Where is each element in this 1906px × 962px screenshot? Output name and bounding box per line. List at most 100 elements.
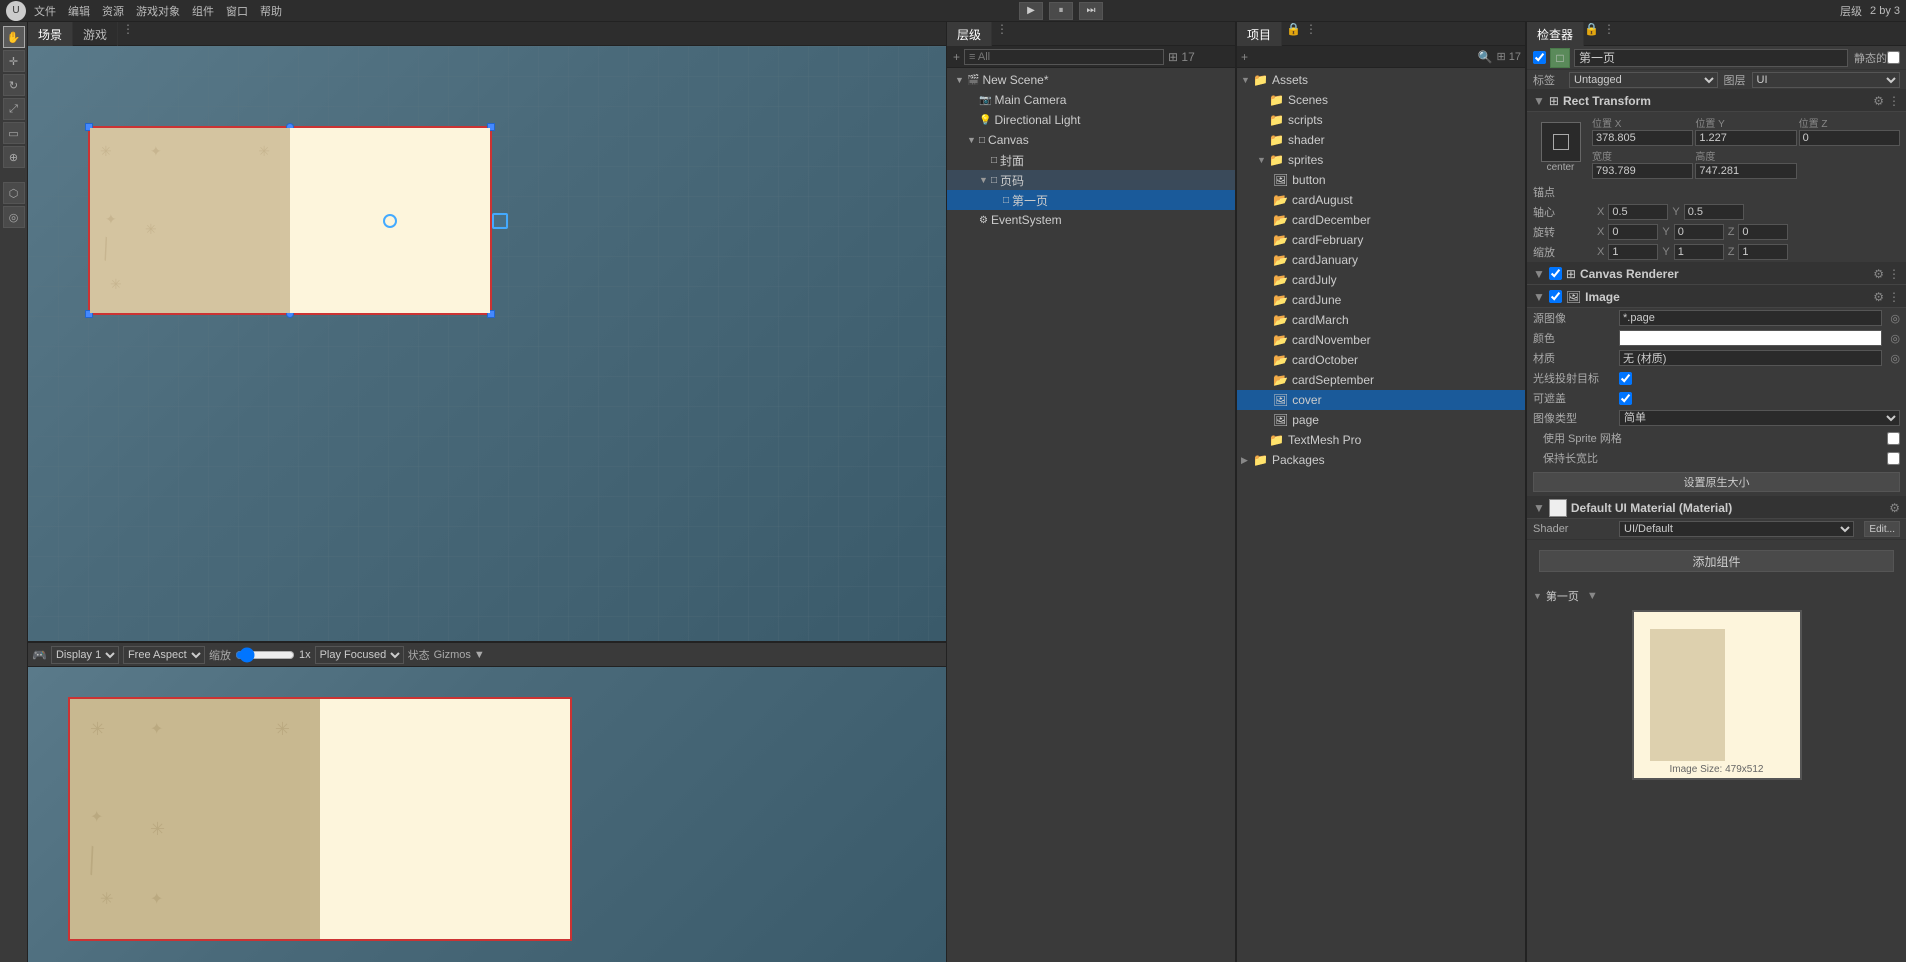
pos-y-field[interactable] <box>1695 130 1796 146</box>
scale-z-field[interactable] <box>1738 244 1788 260</box>
layers-dropdown[interactable]: 层级 <box>1840 3 1862 19</box>
anchor-display[interactable] <box>1541 122 1581 162</box>
scale-x-field[interactable] <box>1608 244 1658 260</box>
project-item-page[interactable]: 🖼 page <box>1237 410 1525 430</box>
add-component-button[interactable]: 添加组件 <box>1539 550 1894 572</box>
object-icon[interactable]: □ <box>1550 48 1570 68</box>
hierarchy-item-canvas[interactable]: ▼ □ Canvas <box>947 130 1235 150</box>
height-field[interactable] <box>1695 163 1796 179</box>
project-item-cardoctober[interactable]: 📂 cardOctober <box>1237 350 1525 370</box>
cr-more[interactable]: ⋮ <box>1888 267 1900 281</box>
project-item-button[interactable]: 🖼 button <box>1237 170 1525 190</box>
tool-rect[interactable]: ▭ <box>3 122 25 144</box>
play-button[interactable]: ▶ <box>1019 2 1043 20</box>
play-focused-select[interactable]: Play Focused <box>315 646 404 664</box>
project-search-btn[interactable]: 🔍 <box>1478 50 1493 64</box>
layer-select[interactable]: UI <box>1752 72 1901 88</box>
img-more[interactable]: ⋮ <box>1888 290 1900 304</box>
raycast-checkbox[interactable] <box>1619 372 1632 385</box>
pivot-y-field[interactable] <box>1684 204 1744 220</box>
hierarchy-item-pagenum[interactable]: ▼ □ 页码 <box>947 170 1235 190</box>
img-gear[interactable]: ⚙ <box>1873 290 1884 304</box>
pos-z-field[interactable] <box>1799 130 1900 146</box>
object-name-field[interactable] <box>1574 49 1848 67</box>
project-item-textmeshpro[interactable]: 📁 TextMesh Pro <box>1237 430 1525 450</box>
image-type-select[interactable]: 简单 <box>1619 410 1900 426</box>
tool-global[interactable]: ◎ <box>3 206 25 228</box>
material-field[interactable] <box>1619 350 1882 366</box>
project-item-cover[interactable]: 🖼 cover <box>1237 390 1525 410</box>
project-item-cardjune[interactable]: 📂 cardJune <box>1237 290 1525 310</box>
tool-move[interactable]: ✛ <box>3 50 25 72</box>
project-item-cardfebruary[interactable]: 📂 cardFebruary <box>1237 230 1525 250</box>
native-size-btn[interactable]: 设置原生大小 <box>1533 472 1900 492</box>
menu-help[interactable]: 帮助 <box>260 3 282 19</box>
preview-dropdown[interactable]: ▼ <box>1587 590 1598 602</box>
hierarchy-tab[interactable]: 层级 <box>947 22 992 46</box>
project-item-shader[interactable]: 📁 shader <box>1237 130 1525 150</box>
project-item-assets[interactable]: ▼ 📁 Assets <box>1237 70 1525 90</box>
project-item-cardnovember[interactable]: 📂 cardNovember <box>1237 330 1525 350</box>
hierarchy-item-camera[interactable]: 📷 Main Camera <box>947 90 1235 110</box>
menu-gameobject[interactable]: 游戏对象 <box>136 3 180 19</box>
rect-transform-header[interactable]: ▼ ⊞ Rect Transform ⚙ ⋮ <box>1527 90 1906 112</box>
cr-gear[interactable]: ⚙ <box>1873 267 1884 281</box>
rot-y-field[interactable] <box>1674 224 1724 240</box>
cr-enabled[interactable] <box>1549 267 1562 280</box>
maskable-checkbox[interactable] <box>1619 392 1632 405</box>
zoom-slider[interactable] <box>235 648 295 662</box>
rect-more[interactable]: ⋮ <box>1888 94 1900 108</box>
layout-dropdown[interactable]: 2 by 3 <box>1870 5 1900 17</box>
project-add-btn[interactable]: + <box>1241 50 1248 64</box>
hierarchy-item-page1[interactable]: □ 第一页 <box>947 190 1235 210</box>
image-header[interactable]: ▼ 🖼 Image ⚙ ⋮ <box>1527 286 1906 308</box>
tool-transform[interactable]: ⊕ <box>3 146 25 168</box>
project-item-scripts[interactable]: 📁 scripts <box>1237 110 1525 130</box>
rect-gear[interactable]: ⚙ <box>1873 94 1884 108</box>
project-item-sprites[interactable]: ▼ 📁 sprites <box>1237 150 1525 170</box>
inspector-tab[interactable]: 检查器 <box>1527 22 1584 46</box>
object-handle[interactable] <box>492 213 508 229</box>
menu-edit[interactable]: 编辑 <box>68 3 90 19</box>
pivot-marker[interactable] <box>383 214 397 228</box>
menu-file[interactable]: 文件 <box>34 3 56 19</box>
scale-y-field[interactable] <box>1674 244 1724 260</box>
material-picker[interactable]: ◎ <box>1890 352 1900 365</box>
menu-component[interactable]: 组件 <box>192 3 214 19</box>
project-tab[interactable]: 项目 <box>1237 22 1282 46</box>
preserve-checkbox[interactable] <box>1887 452 1900 465</box>
scene-options[interactable]: ⋮ <box>118 22 138 45</box>
project-item-carddecember[interactable]: 📂 cardDecember <box>1237 210 1525 230</box>
menu-assets[interactable]: 资源 <box>102 3 124 19</box>
menu-window[interactable]: 窗口 <box>226 3 248 19</box>
edit-shader-btn[interactable]: Edit... <box>1864 521 1900 537</box>
project-item-cardmarch[interactable]: 📂 cardMarch <box>1237 310 1525 330</box>
anchor-widget[interactable]: center <box>1533 122 1588 173</box>
project-lock[interactable]: 🔒 <box>1286 22 1301 45</box>
hierarchy-search-input[interactable] <box>964 49 1164 65</box>
img-enabled[interactable] <box>1549 290 1562 303</box>
project-item-cardjanuary[interactable]: 📂 cardJanuary <box>1237 250 1525 270</box>
tool-pivot[interactable]: ⬡ <box>3 182 25 204</box>
tool-hand[interactable]: ✋ <box>3 26 25 48</box>
tag-select[interactable]: Untagged <box>1569 72 1718 88</box>
pivot-x-field[interactable] <box>1608 204 1668 220</box>
step-button[interactable]: ⏭ <box>1079 2 1103 20</box>
project-item-cardjuly[interactable]: 📂 cardJuly <box>1237 270 1525 290</box>
pos-x-field[interactable] <box>1592 130 1693 146</box>
color-picker-btn[interactable]: ◎ <box>1890 332 1900 345</box>
object-active-checkbox[interactable] <box>1533 51 1546 64</box>
inspector-options[interactable]: ⋮ <box>1599 22 1619 45</box>
hierarchy-item-light[interactable]: 💡 Directional Light <box>947 110 1235 130</box>
pause-button[interactable]: ⏸ <box>1049 2 1073 20</box>
hierarchy-item-cover[interactable]: □ 封面 <box>947 150 1235 170</box>
shader-select[interactable]: UI/Default <box>1619 521 1854 537</box>
hierarchy-item-eventsystem[interactable]: ⚙ EventSystem <box>947 210 1235 230</box>
tab-game[interactable]: 游戏 <box>73 22 118 46</box>
tool-rotate[interactable]: ↻ <box>3 74 25 96</box>
hierarchy-item-newscene[interactable]: ▼ 🎬 New Scene* <box>947 70 1235 90</box>
rot-x-field[interactable] <box>1608 224 1658 240</box>
project-item-packages[interactable]: ▶ 📁 Packages <box>1237 450 1525 470</box>
width-field[interactable] <box>1592 163 1693 179</box>
source-image-field[interactable] <box>1619 310 1882 326</box>
